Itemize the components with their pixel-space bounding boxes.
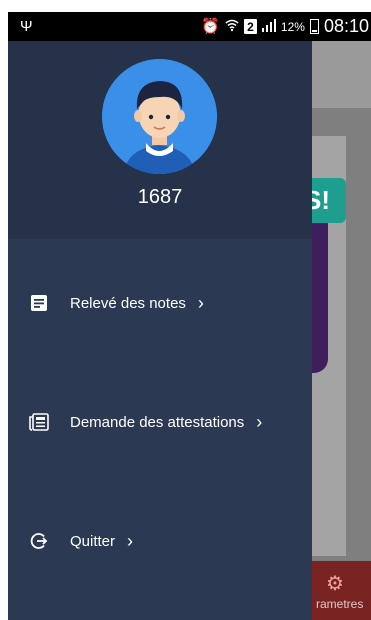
sim-slot-badge: 2 [243,19,257,34]
clock: 08:10 [323,16,369,36]
battery-percent: 12% [280,19,305,34]
newspaper-icon [28,411,50,433]
status-bar-right: ⏰ 2 12% 08:10 [201,16,369,37]
alarm-icon: ⏰ [201,18,220,35]
battery-icon [309,19,319,34]
document-icon [28,292,50,314]
user-avatar-icon [102,59,217,174]
menu-item-label: Demande des attestations [70,413,245,431]
chevron-right-icon: › [127,530,134,551]
menu-item-demande-des-attestations[interactable]: Demande des attestations › [8,402,312,442]
chevron-right-icon: › [256,411,263,432]
username: 1687 [137,186,183,208]
background-bottom-tab: ⚙ rametres [308,561,371,620]
logout-icon [28,530,50,552]
signal-icon [261,18,276,35]
menu-item-releve-des-notes[interactable]: Relevé des notes › [8,283,312,323]
menu-item-quitter[interactable]: Quitter › [8,521,312,561]
menu-item-label: Quitter [70,532,116,550]
navigation-drawer: 1687 Relevé des notes › Demande des atte… [8,41,312,620]
avatar [102,59,217,174]
wifi-icon [225,18,239,35]
usb-icon: Ψ [20,18,33,35]
status-bar: Ψ ⏰ 2 12% 08:10 [8,12,371,41]
bottom-tab-label: rametres [316,597,364,611]
chevron-right-icon: › [197,292,204,313]
drawer-header: 1687 [8,41,312,239]
gear-icon: ⚙ [326,573,344,595]
menu-item-label: Relevé des notes [70,294,186,312]
